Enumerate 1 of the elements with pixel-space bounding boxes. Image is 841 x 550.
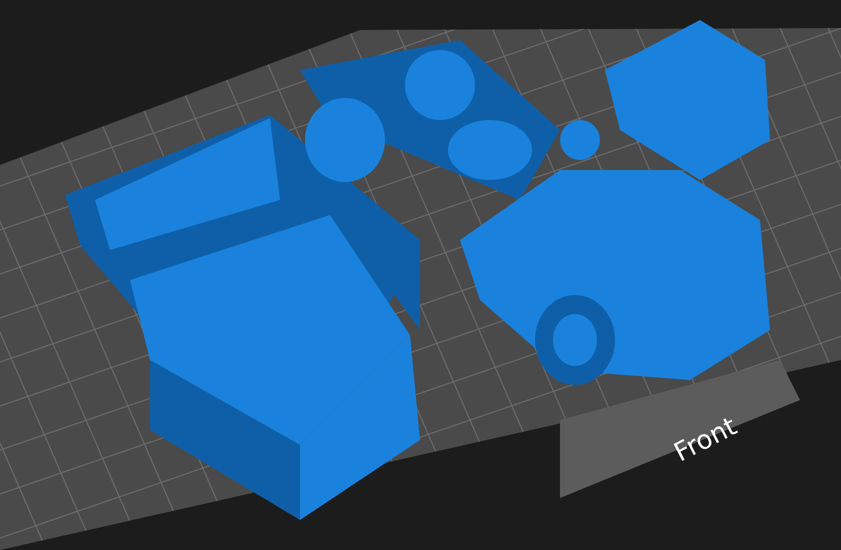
front-label: Front — [670, 412, 742, 468]
